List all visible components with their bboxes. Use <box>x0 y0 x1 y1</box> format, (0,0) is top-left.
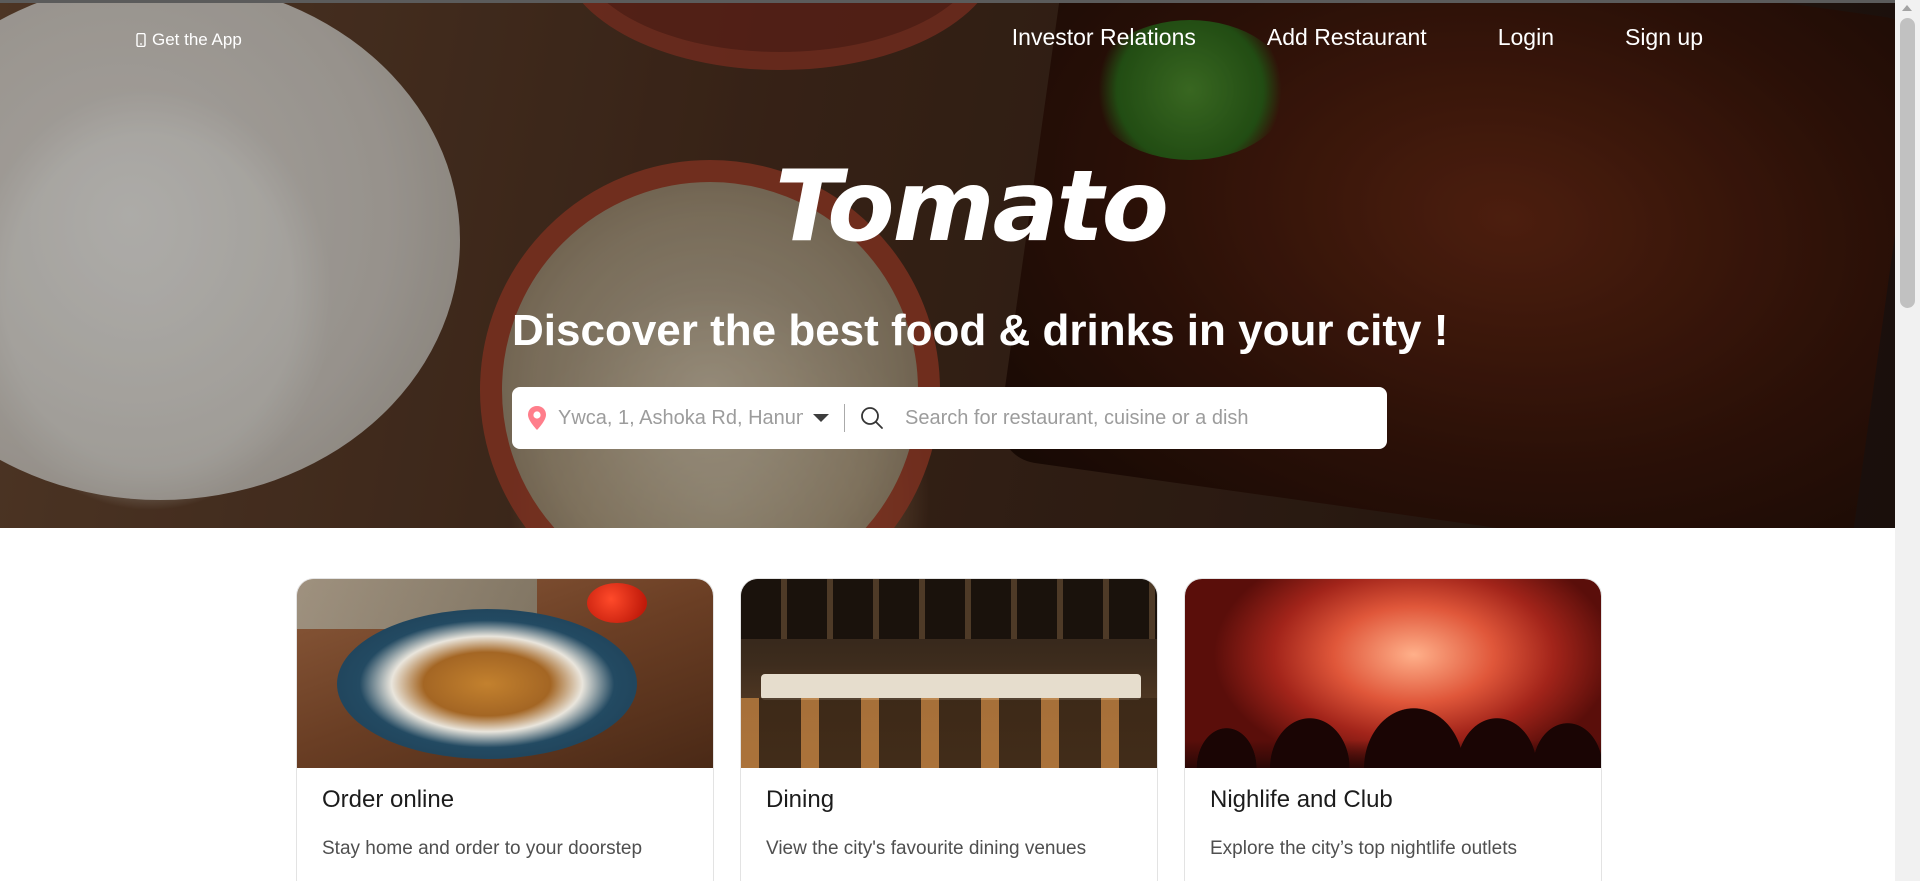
browser-top-edge <box>0 0 1920 3</box>
nav-links: Investor Relations Add Restaurant Login … <box>1012 24 1703 51</box>
search-bar: Ywca, 1, Ashoka Rd, Hanuman Road Area <box>512 387 1387 449</box>
page-scrollbar[interactable] <box>1895 0 1920 881</box>
search-input[interactable] <box>905 406 1365 430</box>
card-dining[interactable]: Dining View the city's favourite dining … <box>740 578 1158 881</box>
caret-down-icon[interactable] <box>813 414 829 422</box>
card-title: Order online <box>322 786 455 813</box>
order-online-image <box>297 579 713 768</box>
hero-tagline: Discover the best food & drinks in your … <box>512 306 1449 355</box>
get-the-app-link[interactable]: Get the App <box>136 30 242 50</box>
scrollbar-thumb[interactable] <box>1900 18 1915 308</box>
card-order-online[interactable]: Order online Stay home and order to your… <box>296 578 714 881</box>
hero-bg-plate <box>0 0 460 500</box>
category-cards: Order online Stay home and order to your… <box>296 578 1602 881</box>
nav-add-restaurant[interactable]: Add Restaurant <box>1267 24 1427 51</box>
location-selector[interactable]: Ywca, 1, Ashoka Rd, Hanuman Road Area <box>512 387 832 449</box>
scroll-up-icon[interactable] <box>1902 5 1912 11</box>
top-navigation: Get the App Investor Relations Add Resta… <box>0 24 1895 56</box>
location-value: Ywca, 1, Ashoka Rd, Hanuman Road Area <box>558 406 803 429</box>
nav-investor-relations[interactable]: Investor Relations <box>1012 24 1196 51</box>
search-divider <box>844 404 845 432</box>
nav-sign-up[interactable]: Sign up <box>1625 24 1703 51</box>
card-description: Stay home and order to your doorstep <box>322 838 643 859</box>
dining-image <box>741 579 1157 768</box>
magnifier-icon <box>861 407 883 429</box>
location-pin-icon <box>528 406 546 430</box>
card-nightlife[interactable]: Nighlife and Club Explore the city’s top… <box>1184 578 1602 881</box>
nav-login[interactable]: Login <box>1498 24 1554 51</box>
get-the-app-label: Get the App <box>152 30 242 49</box>
card-title: Dining <box>766 786 835 813</box>
mobile-phone-icon <box>136 33 146 47</box>
brand-logo: Tomato <box>775 150 1169 264</box>
card-description: Explore the city’s top nightlife outlets <box>1210 838 1517 859</box>
card-description: View the city's favourite dining venues <box>766 838 1087 859</box>
nightlife-image <box>1185 579 1601 768</box>
card-title: Nighlife and Club <box>1210 786 1393 813</box>
